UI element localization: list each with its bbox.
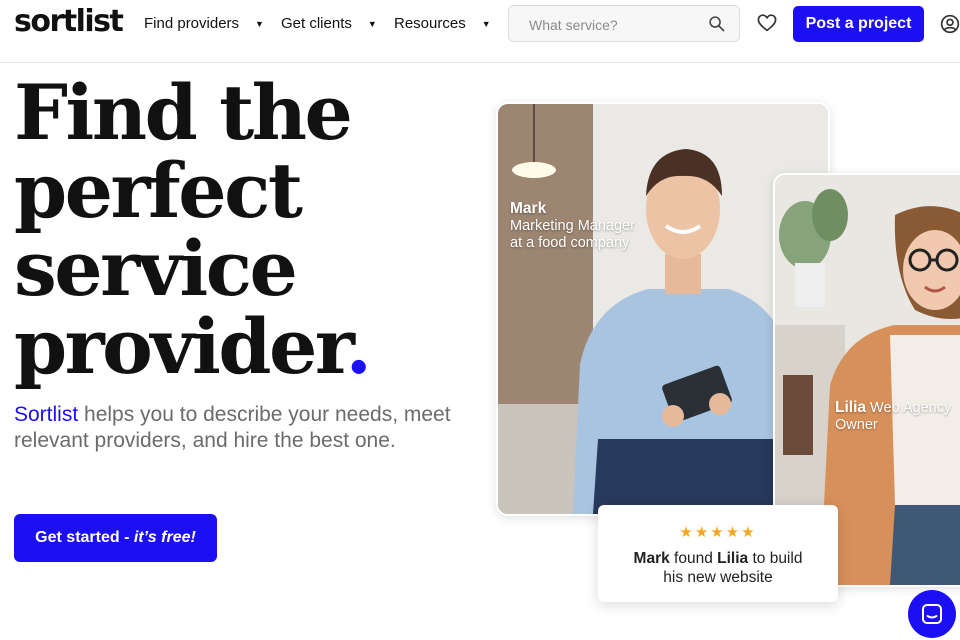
get-started-free-label: it’s free! [133, 529, 196, 546]
post-a-project-button[interactable]: Post a project [793, 6, 924, 42]
review-text: Mark found Lilia to build his new websit… [598, 549, 838, 587]
mark-role-line-2: at a food company [510, 235, 630, 251]
service-search-input[interactable] [527, 6, 701, 43]
hero-brand-name: Sortlist [14, 403, 79, 426]
headline-line-3: service [14, 224, 298, 313]
get-started-button[interactable]: Get started - it’s free! [14, 514, 217, 562]
nav-get-clients-label: Get clients [281, 15, 352, 32]
headline-line-4: provider [14, 302, 348, 391]
headline-line-1: Find the [14, 68, 353, 157]
chat-icon [922, 604, 942, 624]
lilia-caption: Lilia Web Agency Owner [835, 399, 951, 434]
heart-icon[interactable] [757, 14, 777, 32]
sortlist-logo[interactable]: sortlist [14, 4, 124, 39]
review-end-2: his new website [663, 569, 773, 586]
nav-find-providers-label: Find providers [144, 15, 240, 32]
nav-find-providers[interactable]: Find providers ▼ [144, 15, 264, 32]
headline-accent-dot: . [345, 302, 371, 391]
headline-line-2: perfect [14, 146, 303, 235]
caret-down-icon: ▼ [255, 18, 264, 29]
review-name-2: Lilia [717, 550, 749, 567]
hero-description: Sortlist helps you to describe your need… [14, 402, 454, 454]
mark-role-line-1: Marketing Manager [510, 218, 635, 234]
caret-down-icon: ▼ [481, 18, 491, 29]
service-search-box [508, 5, 740, 43]
search-icon[interactable] [708, 15, 725, 32]
nav-resources-label: Resources [394, 15, 466, 32]
review-name-1: Mark [633, 550, 670, 567]
nav-resources[interactable]: Resources ▼ [394, 15, 491, 32]
review-mid: found [669, 550, 718, 567]
lilia-role-line-2: Owner [835, 417, 878, 433]
review-end-1: to build [748, 550, 803, 567]
chat-button[interactable] [908, 590, 956, 638]
hero-description-text: helps you to describe your needs, meet r… [14, 403, 451, 452]
review-card: ★★★★★ Mark found Lilia to build his new … [598, 505, 838, 602]
nav-get-clients[interactable]: Get clients ▼ [281, 15, 377, 32]
user-icon[interactable] [940, 14, 960, 34]
mark-caption: Mark Marketing Manager at a food company [510, 200, 635, 252]
get-started-label: Get started - [35, 529, 134, 546]
mark-name: Mark [510, 200, 547, 217]
top-navigation-bar: sortlist Find providers ▼ Get clients ▼ … [0, 0, 960, 63]
caret-down-icon: ▼ [367, 18, 377, 29]
hero-headline: Find the perfect service provider. [14, 74, 372, 386]
rating-stars: ★★★★★ [679, 524, 757, 541]
lilia-name: Lilia [835, 399, 867, 416]
lilia-role-line-1: Web Agency [866, 400, 952, 416]
